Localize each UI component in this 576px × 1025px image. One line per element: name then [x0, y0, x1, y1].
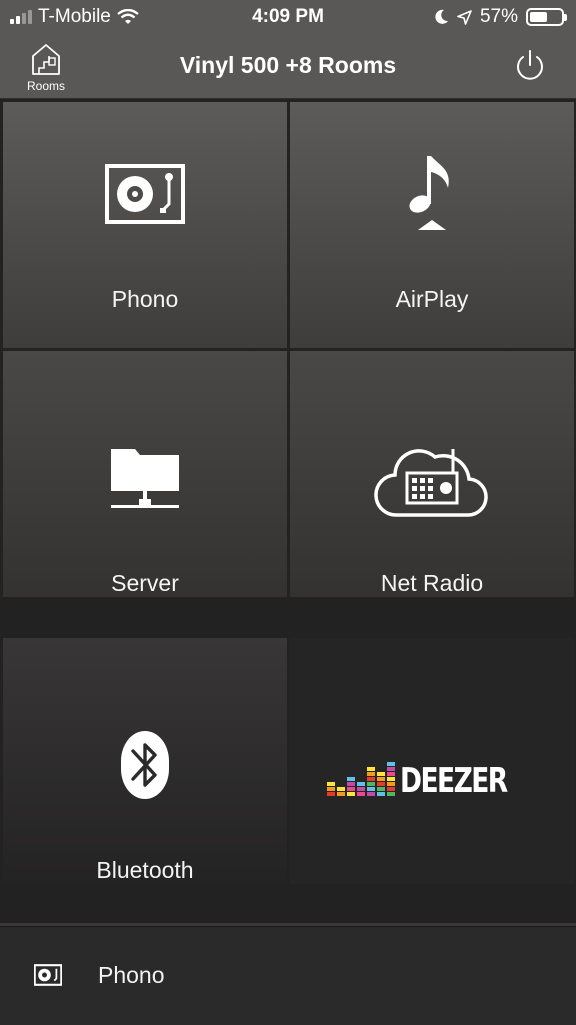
source-tile-phono[interactable]: Phono [3, 102, 287, 348]
source-tile-deezer[interactable]: DEEZER [290, 638, 574, 884]
deezer-wordmark: DEEZER [400, 761, 508, 801]
source-grid: Phono AirPlay Server Net Radio Bluetooth… [0, 99, 576, 923]
server-folder-icon [3, 445, 287, 513]
source-tile-net-radio[interactable]: Net Radio [290, 351, 574, 597]
cloud-radio-icon [290, 439, 574, 519]
source-label: Server [111, 570, 179, 596]
bluetooth-icon [3, 729, 287, 801]
moon-icon [435, 9, 448, 24]
deezer-bar [337, 787, 346, 796]
deezer-bar [327, 782, 336, 796]
status-bar: T-Mobile 4:09 PM 57% [0, 0, 576, 34]
now-playing-source: Phono [98, 962, 165, 988]
source-tile-server[interactable]: Server [3, 351, 287, 597]
turntable-icon [3, 164, 287, 224]
deezer-bar [347, 777, 356, 796]
battery-percent: 57% [479, 6, 518, 27]
source-tile-airplay[interactable]: AirPlay [290, 102, 574, 348]
now-playing-bar[interactable]: Phono [0, 926, 576, 1025]
source-label: Phono [111, 286, 179, 312]
deezer-equalizer-bars [327, 762, 396, 796]
power-button[interactable] [512, 48, 548, 84]
page-title: Vinyl 500 +8 Rooms [179, 52, 397, 78]
battery-icon [526, 8, 567, 26]
deezer-logo: DEEZER [290, 761, 574, 801]
deezer-bar [357, 782, 366, 796]
airplay-music-icon [290, 152, 574, 238]
source-label: AirPlay [395, 286, 469, 312]
source-tile-bluetooth[interactable]: Bluetooth [3, 638, 287, 884]
deezer-bar [377, 772, 386, 796]
status-right: 57% [435, 6, 567, 28]
location-arrow-icon [457, 9, 472, 25]
source-label: Net Radio [380, 570, 484, 596]
deezer-bar [387, 762, 396, 796]
nav-bar: Rooms Vinyl 500 +8 Rooms [0, 34, 576, 99]
deezer-bar [367, 767, 376, 796]
rooms-label: Rooms [26, 79, 65, 93]
turntable-icon [34, 964, 62, 986]
source-label: Bluetooth [96, 857, 194, 883]
